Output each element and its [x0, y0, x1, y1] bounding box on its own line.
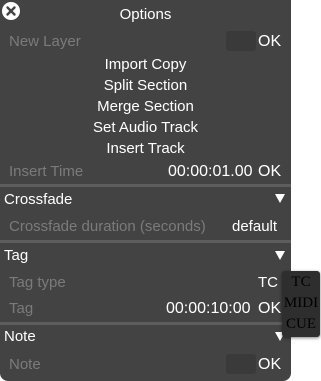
crossfade-collapse-icon[interactable]	[275, 194, 285, 203]
split-section-button[interactable]: Split Section	[0, 77, 291, 94]
tag-section-header[interactable]: Tag	[4, 247, 28, 264]
tag-type-dropdown: TC MIDI CUE	[282, 271, 320, 337]
tag-ok-button[interactable]: OK	[258, 300, 281, 318]
tag-type-label: Tag type	[9, 274, 66, 291]
crossfade-duration-input[interactable]: default	[232, 218, 277, 235]
insert-time-ok-button[interactable]: OK	[258, 163, 281, 181]
tag-label: Tag	[9, 300, 34, 317]
crossfade-section-header[interactable]: Crossfade	[4, 191, 72, 208]
new-layer-input[interactable]	[226, 31, 256, 51]
crossfade-duration-label: Crossfade duration (seconds)	[9, 218, 206, 235]
tag-type-option[interactable]: CUE	[282, 316, 320, 333]
tag-type-option[interactable]: MIDI	[282, 295, 320, 312]
note-input[interactable]	[226, 354, 256, 374]
insert-time-label: Insert Time	[9, 163, 84, 180]
tag-type-option[interactable]: TC	[282, 274, 320, 291]
import-copy-button[interactable]: Import Copy	[0, 56, 291, 73]
dialog-title: Options	[119, 6, 172, 23]
note-section-header[interactable]: Note	[4, 328, 36, 345]
section-divider	[0, 184, 291, 187]
set-audio-track-button[interactable]: Set Audio Track	[0, 119, 291, 136]
options-dialog: Options New Layer OK Import Copy Split S…	[0, 0, 291, 381]
merge-section-button[interactable]: Merge Section	[0, 98, 291, 115]
tag-type-select[interactable]: TC	[258, 274, 278, 291]
section-divider	[0, 240, 291, 243]
note-label: Note	[9, 356, 41, 373]
tag-value-input[interactable]: 00:00:10:00	[166, 300, 251, 318]
new-layer-ok-button[interactable]: OK	[258, 33, 281, 51]
note-ok-button[interactable]: OK	[258, 356, 281, 374]
section-divider	[0, 322, 291, 325]
insert-track-button[interactable]: Insert Track	[0, 140, 291, 157]
tag-collapse-icon[interactable]	[275, 251, 285, 260]
insert-time-input[interactable]: 00:00:01.00	[168, 163, 253, 181]
new-layer-label: New Layer	[9, 33, 81, 50]
